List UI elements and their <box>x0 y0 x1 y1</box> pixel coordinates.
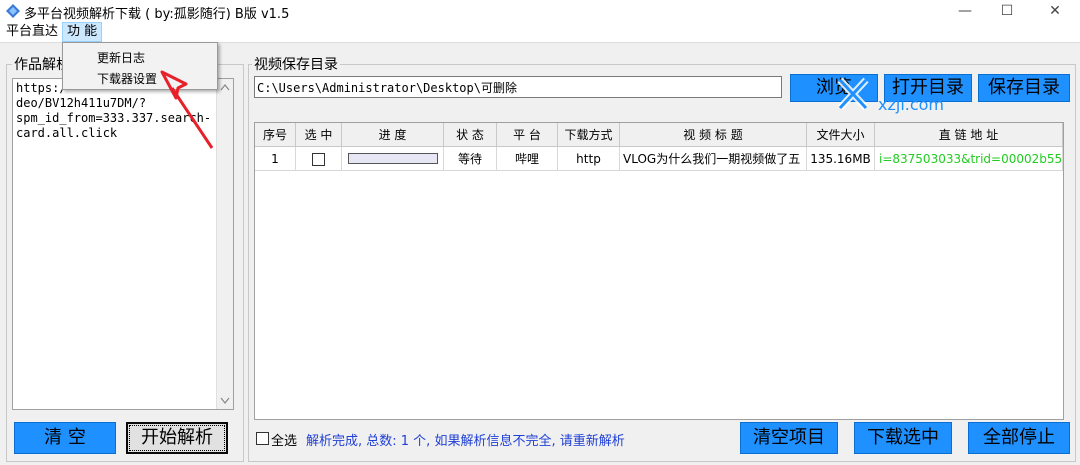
row-title: VLOG为什么我们一期视频做了五 <box>620 147 807 171</box>
window-title: 多平台视频解析下载 ( by:孤影随行) B版 v1.5 <box>24 7 290 22</box>
row-index: 1 <box>255 147 296 171</box>
col-header-link[interactable]: 直 链 地 址 <box>875 123 1063 147</box>
start-parse-button[interactable]: 开始解析 <box>126 422 228 454</box>
select-all-checkbox[interactable] <box>256 432 269 445</box>
clear-button[interactable]: 清 空 <box>14 422 116 454</box>
row-platform: 哔哩 <box>497 147 558 171</box>
app-icon <box>6 4 20 18</box>
menu-downloader-settings[interactable]: 下载器设置 <box>97 70 157 87</box>
row-size: 135.16MB <box>807 147 875 171</box>
col-header-select[interactable]: 选 中 <box>296 123 342 147</box>
download-table: 序号 选 中 进 度 状 态 平 台 下载方式 视 频 标 题 文件大小 直 链… <box>254 122 1064 420</box>
col-header-status[interactable]: 状 态 <box>444 123 497 147</box>
arrow-annotation-icon <box>160 70 214 149</box>
scroll-up-icon[interactable] <box>220 83 230 91</box>
scroll-down-icon[interactable] <box>220 397 230 405</box>
menu-function[interactable]: 功 能 <box>62 22 103 42</box>
watermark-text: xzji.com <box>878 95 944 114</box>
close-button[interactable]: ✕ <box>1032 0 1078 22</box>
clear-items-button[interactable]: 清空项目 <box>740 422 838 454</box>
col-header-size[interactable]: 文件大小 <box>807 123 875 147</box>
col-header-method[interactable]: 下载方式 <box>558 123 620 147</box>
watermark-logo: xzji.com <box>837 77 944 114</box>
save-dir-label: 视频保存目录 <box>252 54 340 74</box>
col-header-platform[interactable]: 平 台 <box>497 123 558 147</box>
row-method: http <box>558 147 620 171</box>
menu-platform[interactable]: 平台直达 <box>2 23 62 41</box>
col-header-title[interactable]: 视 频 标 题 <box>620 123 807 147</box>
col-header-index[interactable]: 序号 <box>255 123 296 147</box>
save-path-input[interactable]: C:\Users\Administrator\Desktop\可删除 <box>254 76 782 98</box>
row-checkbox[interactable] <box>312 153 325 166</box>
progress-bar <box>348 153 438 164</box>
title-bar: 多平台视频解析下载 ( by:孤影随行) B版 v1.5 — ☐ ✕ <box>0 0 1080 22</box>
save-dir-button[interactable]: 保存目录 <box>978 74 1070 102</box>
select-all-label[interactable]: 全选 <box>271 430 297 449</box>
row-status: 等待 <box>444 147 497 171</box>
row-link: i=837503033&trid=00002b55! <box>875 147 1063 171</box>
stop-all-button[interactable]: 全部停止 <box>968 422 1070 454</box>
status-text: 解析完成, 总数: 1 个, 如果解析信息不完全, 请重新解析 <box>306 434 625 449</box>
row-progress-cell <box>342 147 444 171</box>
maximize-button[interactable]: ☐ <box>984 0 1030 22</box>
download-selected-button[interactable]: 下载选中 <box>854 422 952 454</box>
row-select-cell[interactable] <box>296 147 342 171</box>
minimize-button[interactable]: — <box>942 0 988 22</box>
col-header-progress[interactable]: 进 度 <box>342 123 444 147</box>
menu-bar: 平台直达 功 能 <box>0 22 1080 43</box>
menu-update-log[interactable]: 更新日志 <box>97 49 145 66</box>
